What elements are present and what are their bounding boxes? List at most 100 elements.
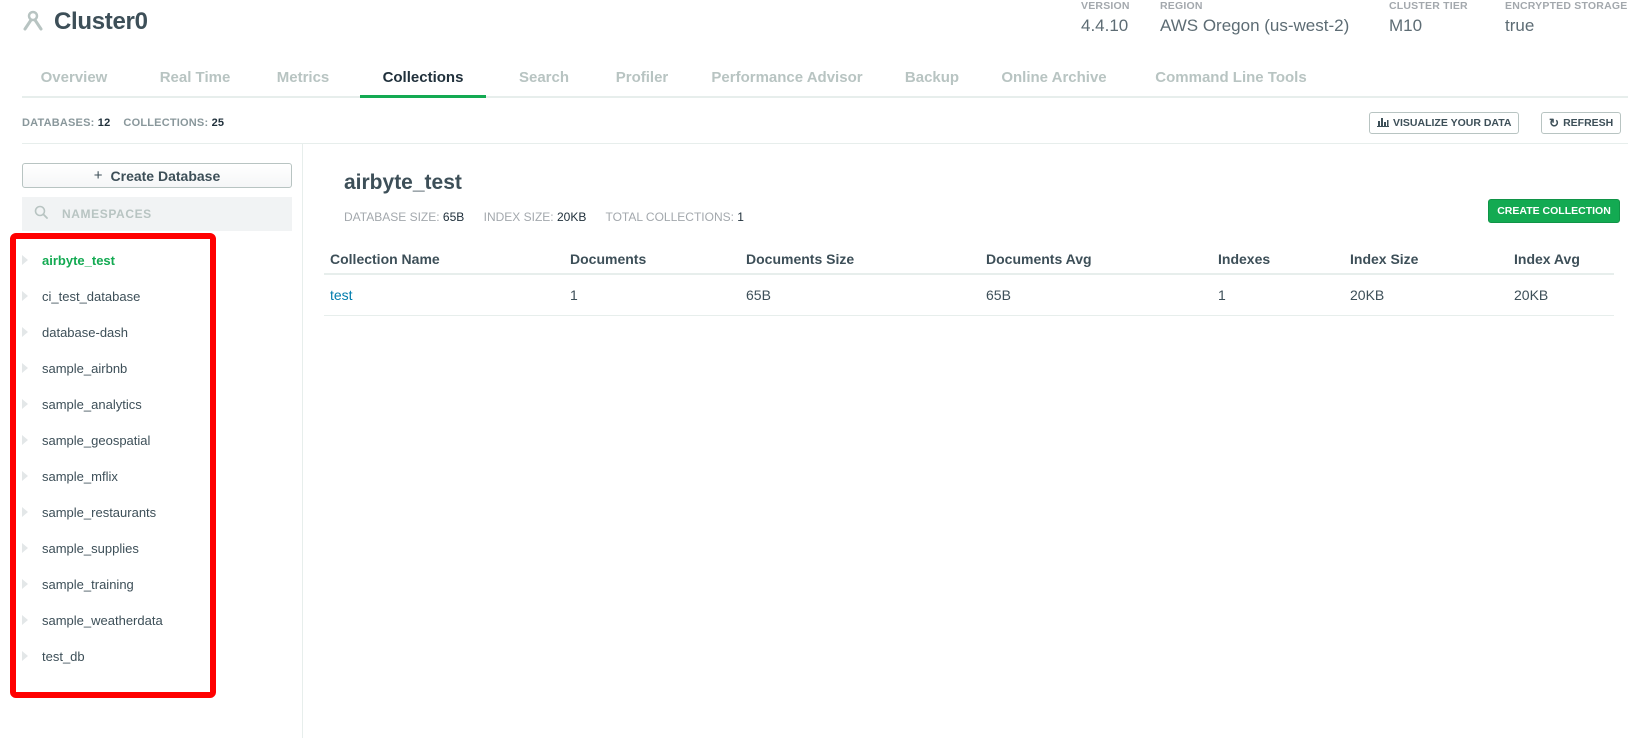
cluster-header: Cluster0	[22, 8, 148, 36]
meta-value: true	[1505, 16, 1535, 35]
refresh-label: REFRESH	[1563, 117, 1614, 129]
meta-region: REGION AWS Oregon (us-west-2)	[1160, 0, 1349, 36]
caret-right-icon[interactable]	[22, 435, 28, 445]
caret-right-icon[interactable]	[22, 471, 28, 481]
caret-right-icon[interactable]	[22, 399, 28, 409]
bar-chart-icon	[1377, 117, 1389, 130]
meta-value: M10	[1389, 16, 1423, 35]
tab-metrics[interactable]: Metrics	[263, 60, 343, 96]
database-name: ci_test_database	[42, 288, 141, 304]
collections-count: 25	[211, 117, 225, 129]
table-header-row: Collection Name Documents Documents Size…	[324, 245, 1614, 275]
visualize-data-label: VISUALIZE YOUR DATA	[1393, 117, 1512, 129]
create-database-button[interactable]: + Create Database	[22, 163, 292, 188]
database-item-database-dash[interactable]: database-dash	[22, 314, 292, 350]
meta-label: CLUSTER TIER	[1389, 0, 1468, 12]
sidebar-divider	[302, 144, 303, 738]
caret-right-icon[interactable]	[22, 615, 28, 625]
db-size-value: 65B	[442, 210, 465, 224]
caret-right-icon[interactable]	[22, 507, 28, 517]
tab-backup[interactable]: Backup	[892, 60, 972, 96]
database-item-sample-airbnb[interactable]: sample_airbnb	[22, 350, 292, 386]
database-name: sample_supplies	[42, 540, 139, 556]
column-header: Indexes	[1212, 245, 1344, 275]
database-item-sample-geospatial[interactable]: sample_geospatial	[22, 422, 292, 458]
database-item-sample-training[interactable]: sample_training	[22, 566, 292, 602]
meta-version: VERSION 4.4.10	[1081, 0, 1130, 36]
refresh-icon: ↻	[1549, 116, 1560, 130]
meta-label: VERSION	[1081, 0, 1130, 12]
database-name: sample_restaurants	[42, 504, 157, 520]
tab-collections[interactable]: Collections	[360, 60, 486, 98]
meta-value: 4.4.10	[1081, 16, 1129, 35]
database-name: airbyte_test	[42, 252, 115, 268]
tab-overview[interactable]: Overview	[22, 60, 126, 96]
tab-profiler[interactable]: Profiler	[602, 60, 682, 96]
caret-right-icon[interactable]	[22, 291, 28, 301]
refresh-button[interactable]: ↻ REFRESH	[1541, 112, 1622, 134]
content-divider	[22, 143, 1628, 144]
plus-icon: +	[93, 167, 103, 184]
create-collection-button[interactable]: CREATE COLLECTION	[1488, 199, 1620, 223]
meta-cluster-tier: CLUSTER TIER M10	[1389, 0, 1468, 36]
column-header: Index Avg	[1508, 245, 1614, 275]
namespace-search	[22, 197, 292, 231]
database-name: database-dash	[42, 324, 129, 340]
database-item-sample-supplies[interactable]: sample_supplies	[22, 530, 292, 566]
tab-online-archive[interactable]: Online Archive	[992, 60, 1116, 96]
database-name: sample_mflix	[42, 468, 118, 484]
total-collections-value: 1	[737, 210, 744, 224]
namespace-search-input[interactable]	[60, 206, 264, 222]
namespace-summary: DATABASES: 12 COLLECTIONS: 25	[22, 117, 224, 129]
cluster-name: Cluster0	[54, 8, 148, 35]
database-item-sample-weatherdata[interactable]: sample_weatherdata	[22, 602, 292, 638]
tab-performance-advisor[interactable]: Performance Advisor	[702, 60, 872, 96]
visualize-data-button[interactable]: VISUALIZE YOUR DATA	[1369, 112, 1520, 134]
tab-search[interactable]: Search	[506, 60, 582, 96]
caret-right-icon[interactable]	[22, 543, 28, 553]
database-item-sample-mflix[interactable]: sample_mflix	[22, 458, 292, 494]
database-item-ci-test-database[interactable]: ci_test_database	[22, 278, 292, 314]
database-item-sample-analytics[interactable]: sample_analytics	[22, 386, 292, 422]
column-header: Documents	[564, 245, 740, 275]
caret-right-icon[interactable]	[22, 579, 28, 589]
cluster-tabs: Overview Real Time Metrics Collections S…	[22, 60, 1628, 98]
database-item-test-db[interactable]: test_db	[22, 638, 292, 674]
column-header: Documents Size	[740, 245, 980, 275]
column-header: Documents Avg	[980, 245, 1212, 275]
caret-right-icon[interactable]	[22, 363, 28, 373]
meta-label: REGION	[1160, 0, 1203, 12]
table-cell: 20KB	[1344, 274, 1508, 316]
search-icon	[34, 205, 48, 224]
table-cell: 20KB	[1508, 274, 1614, 316]
collections-label: COLLECTIONS:	[123, 117, 209, 129]
column-header: Index Size	[1344, 245, 1508, 275]
collection-link[interactable]: test	[330, 287, 353, 303]
table-row: test 1 65B 65B 1 20KB 20KB	[324, 274, 1614, 316]
database-name: test_db	[42, 648, 85, 664]
tab-command-line-tools[interactable]: Command Line Tools	[1136, 60, 1326, 96]
index-size-value: 20KB	[556, 210, 587, 224]
index-size-label: INDEX SIZE:	[483, 210, 554, 224]
table-cell: 65B	[980, 274, 1212, 316]
meta-encrypted-storage: ENCRYPTED STORAGE true	[1505, 0, 1627, 36]
meta-value: AWS Oregon (us-west-2)	[1160, 16, 1350, 35]
database-name: sample_weatherdata	[42, 612, 163, 628]
caret-right-icon[interactable]	[22, 651, 28, 661]
table-cell: 1	[564, 274, 740, 316]
database-item-sample-restaurants[interactable]: sample_restaurants	[22, 494, 292, 530]
db-size-label: DATABASE SIZE:	[344, 210, 440, 224]
database-name: sample_airbnb	[42, 360, 128, 376]
tab-real-time[interactable]: Real Time	[148, 60, 242, 96]
database-item-airbyte-test[interactable]: airbyte_test	[22, 242, 292, 278]
databases-count: 12	[97, 117, 111, 129]
caret-right-icon[interactable]	[22, 327, 28, 337]
database-name: sample_analytics	[42, 396, 142, 412]
database-name: sample_training	[42, 576, 134, 592]
caret-right-icon[interactable]	[22, 255, 28, 265]
column-header: Collection Name	[324, 245, 564, 275]
meta-label: ENCRYPTED STORAGE	[1505, 0, 1628, 12]
total-collections-label: TOTAL COLLECTIONS:	[605, 210, 734, 224]
databases-label: DATABASES:	[22, 117, 95, 129]
database-stats: DATABASE SIZE: 65B INDEX SIZE: 20KB TOTA…	[344, 210, 760, 224]
